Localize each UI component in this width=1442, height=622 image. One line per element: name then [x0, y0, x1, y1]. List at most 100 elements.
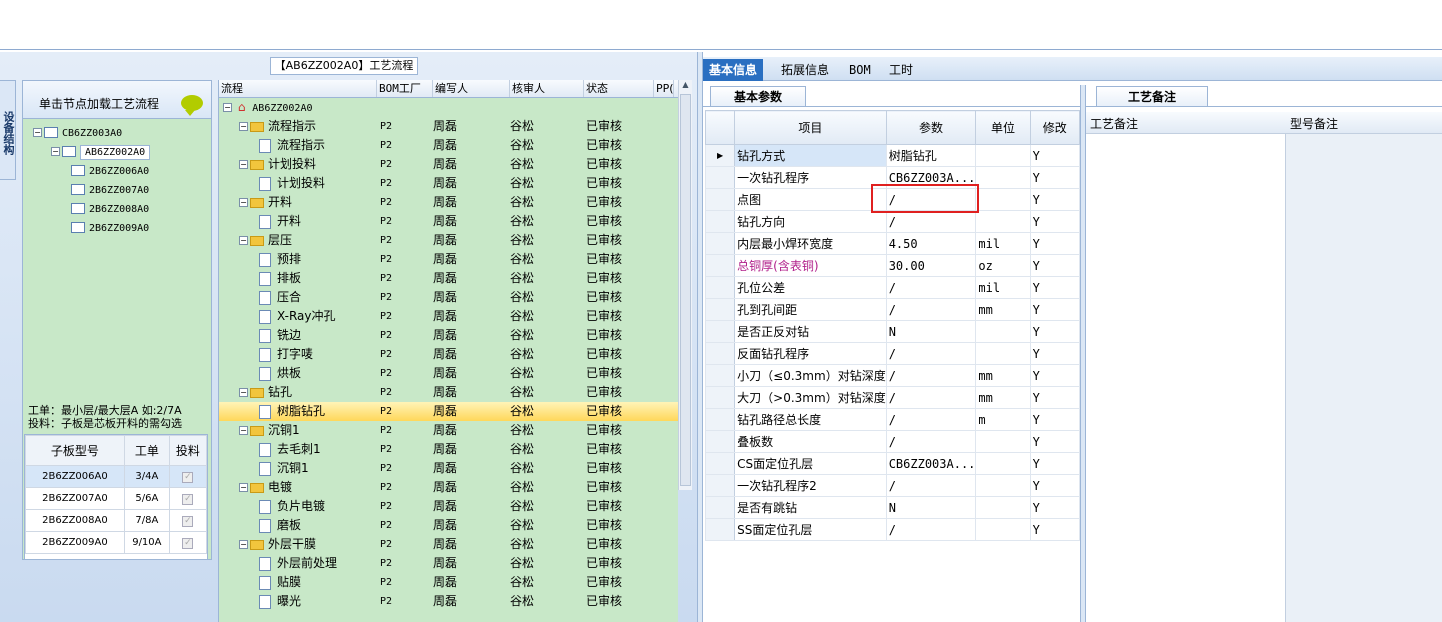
structure-tree-node[interactable]: 2B6ZZ007A0: [23, 180, 211, 199]
param-value[interactable]: 4.50: [885, 232, 977, 255]
params-row[interactable]: 钻孔路径总长度 / m Y: [704, 408, 1081, 431]
row-indicator[interactable]: [704, 232, 736, 255]
param-value[interactable]: /: [885, 474, 977, 497]
checkbox[interactable]: ✓: [182, 493, 194, 505]
process-root-row[interactable]: − ⌂ AB6ZZ002A0: [219, 98, 678, 117]
collapse-icon[interactable]: −: [51, 147, 60, 156]
sub-table-cell[interactable]: ✓: [168, 487, 207, 510]
process-grid-header-4[interactable]: 状态: [584, 80, 654, 97]
process-row[interactable]: 打字唛 P2 周磊 谷松 已审核: [219, 345, 678, 364]
process-grid-header-2[interactable]: 编写人: [433, 80, 510, 97]
row-indicator[interactable]: [704, 518, 736, 541]
params-row[interactable]: 钻孔方向 / Y: [704, 210, 1081, 233]
process-row[interactable]: − 外层干膜 P2 周磊 谷松 已审核: [219, 535, 678, 554]
process-step-cell[interactable]: 贴膜: [219, 573, 377, 592]
process-step-cell[interactable]: 去毛刺1: [219, 440, 377, 459]
process-step-cell[interactable]: − 钻孔: [219, 383, 377, 402]
checkbox[interactable]: ✓: [182, 537, 194, 549]
param-value[interactable]: /: [885, 210, 977, 233]
sub-table-cell[interactable]: ✓: [168, 465, 207, 488]
process-step-cell[interactable]: 预排: [219, 250, 377, 269]
params-row[interactable]: 内层最小焊环宽度 4.50 mil Y: [704, 232, 1081, 255]
params-row[interactable]: 叠板数 / Y: [704, 430, 1081, 453]
process-step-cell[interactable]: 外层前处理: [219, 554, 377, 573]
collapse-icon[interactable]: −: [223, 103, 232, 112]
params-row[interactable]: 大刀（>0.3mm）对钻深度 / mm Y: [704, 386, 1081, 409]
params-row[interactable]: 孔位公差 / mil Y: [704, 276, 1081, 299]
row-indicator[interactable]: [704, 430, 736, 453]
params-row[interactable]: ▶ 钻孔方式 树脂钻孔 Y: [704, 144, 1081, 167]
scroll-thumb[interactable]: [680, 94, 691, 486]
sub-table-row[interactable]: 2B6ZZ009A0 9/10A ✓: [25, 531, 207, 554]
structure-tree-node[interactable]: − AB6ZZ002A0: [23, 142, 211, 161]
row-indicator[interactable]: [704, 342, 736, 365]
row-indicator[interactable]: [704, 166, 736, 189]
params-row[interactable]: 一次钻孔程序2/ Y: [704, 474, 1081, 497]
process-row[interactable]: 负片电镀 P2 周磊 谷松 已审核: [219, 497, 678, 516]
process-row[interactable]: 去毛刺1 P2 周磊 谷松 已审核: [219, 440, 678, 459]
row-indicator[interactable]: [704, 210, 736, 233]
process-step-cell[interactable]: − 沉铜1: [219, 421, 377, 440]
row-indicator[interactable]: [704, 188, 736, 211]
sub-table-row[interactable]: 2B6ZZ007A0 5/6A ✓: [25, 487, 207, 510]
params-header-2[interactable]: 单位: [975, 110, 1031, 145]
process-row[interactable]: − 钻孔 P2 周磊 谷松 已审核: [219, 383, 678, 402]
model-remarks-area[interactable]: [1286, 134, 1442, 622]
checkbox[interactable]: ✓: [182, 515, 194, 527]
params-header-1[interactable]: 参数: [885, 110, 977, 145]
row-indicator[interactable]: [704, 320, 736, 343]
process-step-cell[interactable]: 磨板: [219, 516, 377, 535]
structure-tree-node[interactable]: 2B6ZZ008A0: [23, 199, 211, 218]
collapse-icon[interactable]: −: [239, 388, 248, 397]
collapse-icon[interactable]: −: [239, 198, 248, 207]
tab-process-remarks[interactable]: 工艺备注: [1096, 86, 1208, 107]
process-step-cell[interactable]: 计划投料: [219, 174, 377, 193]
process-step-cell[interactable]: 铣边: [219, 326, 377, 345]
checkbox[interactable]: ✓: [182, 471, 194, 483]
collapse-icon[interactable]: −: [239, 426, 248, 435]
process-row[interactable]: 开料 P2 周磊 谷松 已审核: [219, 212, 678, 231]
process-row[interactable]: 树脂钻孔 P2 周磊 谷松 已审核: [219, 402, 678, 421]
collapse-icon[interactable]: −: [239, 236, 248, 245]
process-row[interactable]: − 计划投料 P2 周磊 谷松 已审核: [219, 155, 678, 174]
param-value[interactable]: N: [885, 496, 977, 519]
process-row[interactable]: − 开料 P2 周磊 谷松 已审核: [219, 193, 678, 212]
param-value[interactable]: /: [885, 298, 977, 321]
param-value[interactable]: 树脂钻孔: [885, 144, 977, 167]
process-step-cell[interactable]: 曝光: [219, 592, 377, 611]
process-row[interactable]: 磨板 P2 周磊 谷松 已审核: [219, 516, 678, 535]
row-indicator[interactable]: [704, 408, 736, 431]
row-indicator[interactable]: [704, 254, 736, 277]
process-row[interactable]: 曝光 P2 周磊 谷松 已审核: [219, 592, 678, 611]
param-value[interactable]: N: [885, 320, 977, 343]
row-indicator[interactable]: [704, 386, 736, 409]
process-step-cell[interactable]: − 开料: [219, 193, 377, 212]
process-step-cell[interactable]: X-Ray冲孔: [219, 307, 377, 326]
sub-table-cell[interactable]: ✓: [168, 509, 207, 532]
row-indicator[interactable]: ▶: [704, 144, 736, 167]
params-row[interactable]: 孔到孔间距 / mm Y: [704, 298, 1081, 321]
params-row[interactable]: 小刀（≤0.3mm）对钻深度 / mm Y: [704, 364, 1081, 387]
process-step-cell[interactable]: − 流程指示: [219, 117, 377, 136]
process-step-cell[interactable]: − 计划投料: [219, 155, 377, 174]
param-value[interactable]: /: [885, 342, 977, 365]
process-step-cell[interactable]: 负片电镀: [219, 497, 377, 516]
collapse-icon[interactable]: −: [239, 122, 248, 131]
side-tab-device-structure[interactable]: 设备结构: [0, 80, 16, 180]
process-row[interactable]: 预排 P2 周磊 谷松 已审核: [219, 250, 678, 269]
sub-table-cell[interactable]: ✓: [168, 531, 207, 554]
process-row[interactable]: 沉铜1 P2 周磊 谷松 已审核: [219, 459, 678, 478]
param-value[interactable]: /: [885, 430, 977, 453]
process-grid-header-5[interactable]: PP(: [654, 80, 674, 97]
process-step-cell[interactable]: 流程指示: [219, 136, 377, 155]
process-step-cell[interactable]: − 电镀: [219, 478, 377, 497]
param-value[interactable]: /: [885, 386, 977, 409]
process-row[interactable]: X-Ray冲孔 P2 周磊 谷松 已审核: [219, 307, 678, 326]
process-row[interactable]: 烘板 P2 周磊 谷松 已审核: [219, 364, 678, 383]
params-row[interactable]: 是否正反对钻 N Y: [704, 320, 1081, 343]
process-row[interactable]: − 电镀 P2 周磊 谷松 已审核: [219, 478, 678, 497]
param-value[interactable]: 30.00: [885, 254, 977, 277]
process-row[interactable]: 外层前处理 P2 周磊 谷松 已审核: [219, 554, 678, 573]
structure-tree-node[interactable]: − CB6ZZ003A0: [23, 123, 211, 142]
params-row[interactable]: 总铜厚(含表铜) 30.00 oz Y: [704, 254, 1081, 277]
